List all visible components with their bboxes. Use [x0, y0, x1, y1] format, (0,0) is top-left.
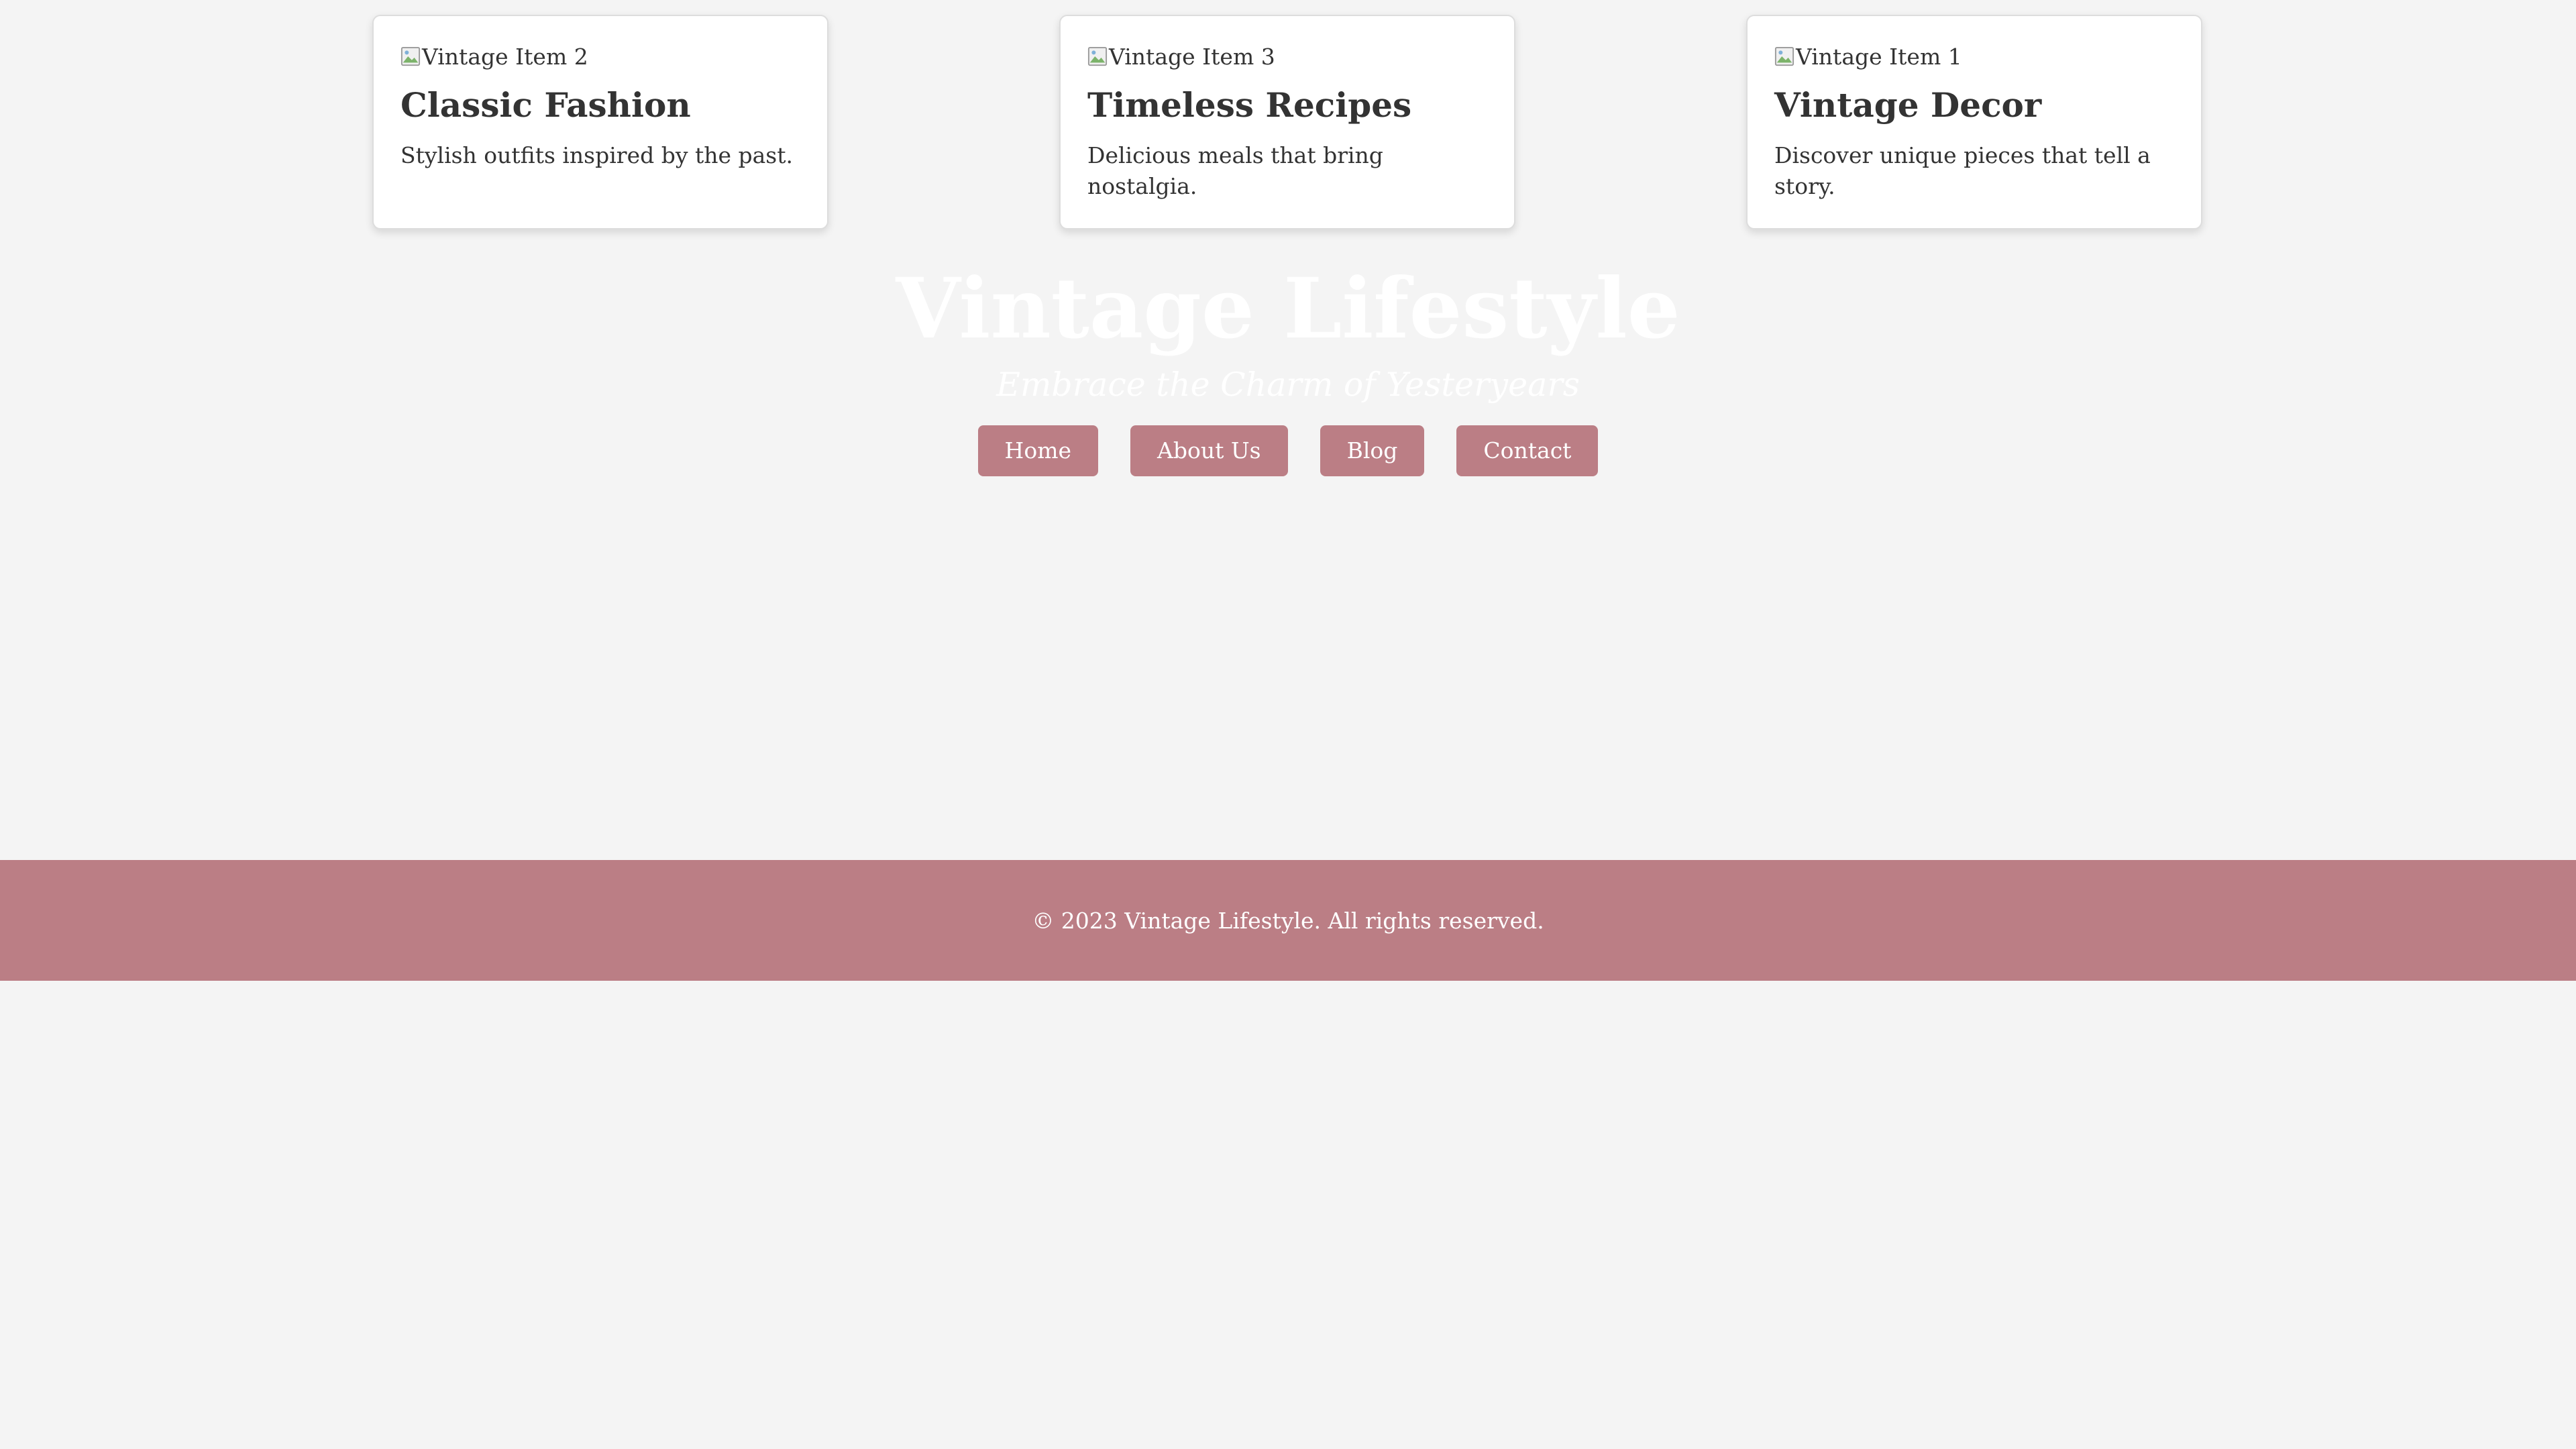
nav-contact-button[interactable]: Contact — [1456, 425, 1599, 476]
broken-image-icon — [1087, 46, 1108, 66]
card-image-alt-text: Vintage Item 1 — [1796, 43, 1962, 70]
site-tagline: Embrace the Charm of Yesteryears — [996, 365, 1580, 404]
footer-copyright: © 2023 Vintage Lifestyle. All rights res… — [1032, 907, 1544, 934]
card-description: Stylish outfits inspired by the past. — [400, 142, 793, 168]
card-grid: Vintage Item 2 Classic Fashion Stylish o… — [372, 15, 2204, 229]
page: Vintage Item 2 Classic Fashion Stylish o… — [0, 0, 2576, 1449]
site-title: Vintage Lifestyle — [896, 260, 1680, 358]
card-timeless-recipes: Vintage Item 3 Timeless Recipes Deliciou… — [1059, 15, 1515, 229]
card-image-alt-text: Vintage Item 3 — [1109, 43, 1275, 70]
site-header: Vintage Lifestyle Embrace the Charm of Y… — [0, 260, 2576, 405]
broken-image-icon — [400, 46, 421, 66]
nav-about-us-button[interactable]: About Us — [1130, 425, 1288, 476]
nav-blog-button[interactable]: Blog — [1320, 425, 1425, 476]
card-description: Discover unique pieces that tell a story… — [1774, 142, 2151, 200]
nav-home-button[interactable]: Home — [977, 425, 1099, 476]
site-footer: © 2023 Vintage Lifestyle. All rights res… — [0, 860, 2576, 981]
card-image: Vintage Item 1 — [1774, 42, 2174, 71]
card-classic-fashion: Vintage Item 2 Classic Fashion Stylish o… — [372, 15, 828, 229]
card-title: Classic Fashion — [400, 85, 691, 125]
card-title: Vintage Decor — [1774, 85, 2042, 125]
card-title: Timeless Recipes — [1087, 85, 1412, 125]
card-image: Vintage Item 2 — [400, 42, 800, 71]
card-vintage-decor: Vintage Item 1 Vintage Decor Discover un… — [1746, 15, 2202, 229]
main-nav: Home About Us Blog Contact — [0, 425, 2576, 476]
card-image-alt-text: Vintage Item 2 — [422, 43, 588, 70]
broken-image-icon — [1774, 46, 1794, 66]
card-image: Vintage Item 3 — [1087, 42, 1487, 71]
card-description: Delicious meals that bring nostalgia. — [1087, 142, 1383, 200]
